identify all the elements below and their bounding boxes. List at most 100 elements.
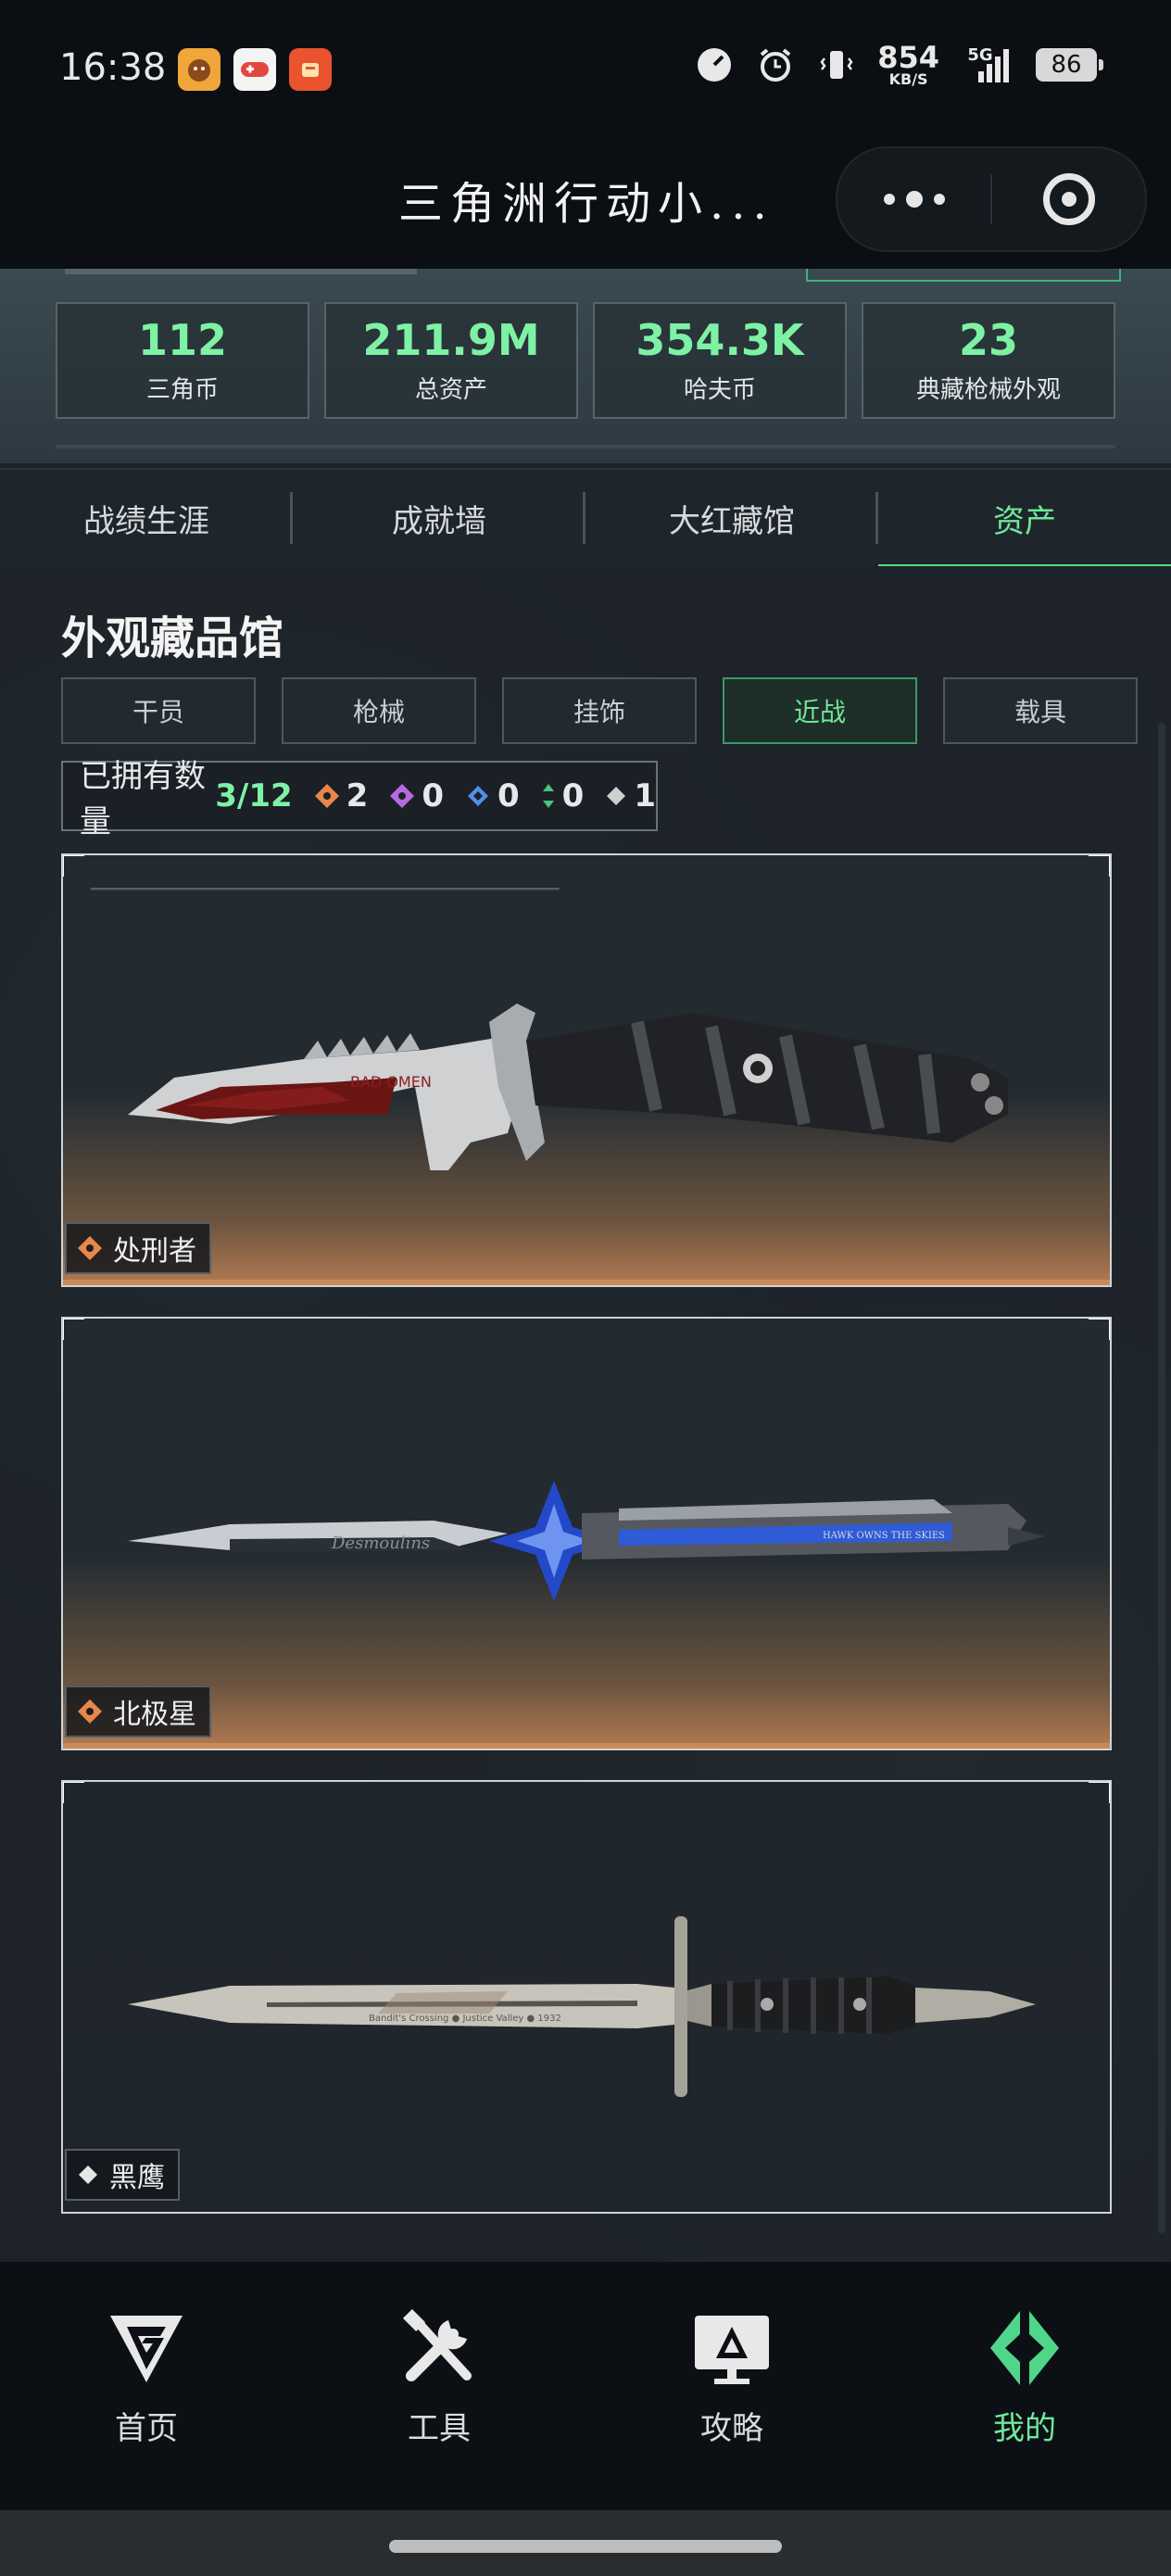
stat-card: 211.9M 总资产 bbox=[324, 302, 578, 419]
category-filters: 干员 枪械 挂饰 近战 载具 bbox=[61, 677, 1138, 744]
rarity-white: 1 bbox=[604, 777, 656, 814]
tab-achievements[interactable]: 成就墙 bbox=[293, 470, 586, 566]
tab-assets[interactable]: 资产 bbox=[878, 470, 1171, 568]
title-bar: 三角洲行动小... bbox=[0, 139, 1171, 269]
stat-value: 112 bbox=[137, 315, 228, 365]
collection-section: 外观藏品馆 干员 枪械 挂饰 近战 载具 已拥有数量 3/12 2 0 0 0 1 bbox=[0, 566, 1171, 2262]
nav-label: 攻略 bbox=[700, 2410, 763, 2447]
rarity-count: 2 bbox=[346, 777, 369, 814]
nav-guide[interactable]: 攻略 bbox=[586, 2262, 878, 2510]
filter-melee[interactable]: 近战 bbox=[723, 677, 917, 744]
target-circle-icon bbox=[1042, 173, 1095, 225]
rarity-purple: 0 bbox=[388, 777, 444, 814]
item-name: 黑鹰 bbox=[109, 2162, 165, 2194]
app-icon-3 bbox=[289, 48, 332, 91]
owned-label: 已拥有数量 bbox=[80, 758, 206, 840]
section-title: 外观藏品馆 bbox=[61, 612, 284, 664]
blade-engraving: Bandit's Crossing ● Justice Valley ● 193… bbox=[369, 2014, 561, 2024]
profile-tabs: 战绩生涯 成就墙 大红藏馆 资产 bbox=[0, 468, 1171, 568]
item-name-tag: 北极星 bbox=[65, 1686, 211, 1737]
item-name-tag: 黑鹰 bbox=[65, 2149, 180, 2201]
blade-engraving: Desmoulins bbox=[331, 1534, 430, 1553]
filter-guns[interactable]: 枪械 bbox=[282, 677, 476, 744]
home-indicator[interactable] bbox=[389, 2540, 782, 2553]
item-card-polaris[interactable]: Desmoulins HAWK OWNS THE SKIES 北极星 bbox=[61, 1317, 1112, 1750]
filter-operators[interactable]: 干员 bbox=[61, 677, 256, 744]
nav-label: 首页 bbox=[115, 2410, 178, 2447]
owned-count-bar: 已拥有数量 3/12 2 0 0 0 1 bbox=[61, 758, 658, 840]
nav-mine[interactable]: 我的 bbox=[878, 2262, 1171, 2510]
bottom-navigation: 首页 工具 攻略 我的 bbox=[0, 2262, 1171, 2510]
more-button[interactable] bbox=[837, 148, 990, 250]
close-miniprogram-button[interactable] bbox=[992, 148, 1145, 250]
rarity-diamond-icon bbox=[390, 784, 415, 808]
home-logo-icon bbox=[110, 2316, 183, 2382]
item-name: 处刑者 bbox=[113, 1235, 196, 1268]
rarity-diamond-icon bbox=[467, 786, 488, 806]
stat-card: 23 典藏枪械外观 bbox=[862, 302, 1115, 419]
stat-label: 三角币 bbox=[145, 376, 219, 404]
rarity-diamond-icon bbox=[79, 2166, 97, 2184]
vibrate-icon bbox=[816, 44, 857, 85]
rarity-diamond-icon bbox=[314, 784, 339, 808]
rarity-diamond-icon bbox=[607, 787, 626, 805]
game-controller-icon bbox=[233, 48, 276, 91]
nav-label: 工具 bbox=[408, 2410, 471, 2447]
tab-label: 资产 bbox=[993, 502, 1056, 540]
network-type: 5G bbox=[967, 44, 993, 65]
rarity-count: 0 bbox=[422, 777, 444, 814]
tab-label: 成就墙 bbox=[392, 502, 486, 540]
speedometer-icon bbox=[694, 44, 735, 85]
filter-charms[interactable]: 挂饰 bbox=[502, 677, 697, 744]
scrollbar[interactable] bbox=[1158, 723, 1165, 2233]
stat-label: 总资产 bbox=[414, 376, 487, 404]
knife-image: Desmoulins HAWK OWNS THE SKIES bbox=[128, 1481, 1045, 1601]
tab-career[interactable]: 战绩生涯 bbox=[0, 470, 293, 566]
guide-monitor-icon bbox=[695, 2316, 769, 2384]
knife-image: Bandit's Crossing ● Justice Valley ● 193… bbox=[128, 1916, 1036, 2097]
blade-engraving: BAD OMEN bbox=[350, 1073, 432, 1091]
rarity-blue: 0 bbox=[464, 777, 520, 814]
rarity-diamond-icon bbox=[78, 1699, 102, 1724]
rarity-count: 0 bbox=[561, 777, 585, 814]
nav-home[interactable]: 首页 bbox=[0, 2262, 293, 2510]
item-card-executioner[interactable]: ━━━━━━━━━━━━━━━━━━━━━━━━━━━━━━━━━━━━━━━━… bbox=[61, 853, 1112, 1287]
network-speed: 854 KB/S bbox=[877, 43, 939, 87]
rarity-green: 0 bbox=[540, 777, 585, 814]
battery-icon: 86 bbox=[1036, 48, 1103, 82]
page-title: 三角洲行动小... bbox=[398, 178, 774, 230]
stat-label: 哈夫币 bbox=[683, 376, 756, 404]
rarity-count: 0 bbox=[497, 777, 520, 814]
tab-red-collection[interactable]: 大红藏馆 bbox=[586, 470, 878, 566]
stat-value: 354.3K bbox=[636, 315, 804, 365]
handle-engraving: HAWK OWNS THE SKIES bbox=[823, 1531, 945, 1541]
status-bar: 16:38 854 KB/S 5G 86 bbox=[0, 0, 1171, 139]
mini-program-capsule bbox=[836, 146, 1147, 252]
status-time: 16:38 bbox=[59, 46, 167, 89]
background-pattern: ━━━━━━━━━━━━━━━━━━━━━━━━━━━━━━━━━━━━━━━━… bbox=[91, 882, 560, 897]
filter-vehicles[interactable]: 载具 bbox=[943, 677, 1138, 744]
system-home-bar[interactable] bbox=[0, 2510, 1171, 2576]
more-dots-icon bbox=[883, 191, 945, 208]
item-name: 北极星 bbox=[113, 1698, 196, 1731]
nav-tools[interactable]: 工具 bbox=[293, 2262, 586, 2510]
tab-label: 大红藏馆 bbox=[669, 502, 795, 540]
app-icon-1 bbox=[178, 48, 220, 91]
status-app-icons bbox=[178, 48, 332, 91]
owned-count: 3/12 bbox=[215, 777, 293, 814]
asset-summary: 112 三角币 211.9M 总资产 354.3K 哈夫币 23 典藏枪械外观 bbox=[0, 269, 1171, 463]
item-card-black-hawk[interactable]: Bandit's Crossing ● Justice Valley ● 193… bbox=[61, 1780, 1112, 2214]
stat-value: 23 bbox=[958, 315, 1018, 365]
knife-image: BAD OMEN bbox=[128, 1004, 1008, 1170]
stats-row: 112 三角币 211.9M 总资产 354.3K 哈夫币 23 典藏枪械外观 bbox=[56, 302, 1115, 419]
stat-card: 354.3K 哈夫币 bbox=[593, 302, 847, 419]
nav-label: 我的 bbox=[993, 2410, 1056, 2447]
alarm-icon bbox=[755, 44, 796, 85]
network-speed-unit: KB/S bbox=[888, 70, 928, 88]
rarity-arrow-icon bbox=[542, 784, 554, 808]
tab-label: 战绩生涯 bbox=[83, 502, 209, 540]
tools-icon bbox=[402, 2308, 472, 2381]
stat-label: 典藏枪械外观 bbox=[915, 376, 1061, 404]
network-speed-value: 854 bbox=[877, 40, 939, 75]
rarity-orange: 2 bbox=[313, 777, 369, 814]
